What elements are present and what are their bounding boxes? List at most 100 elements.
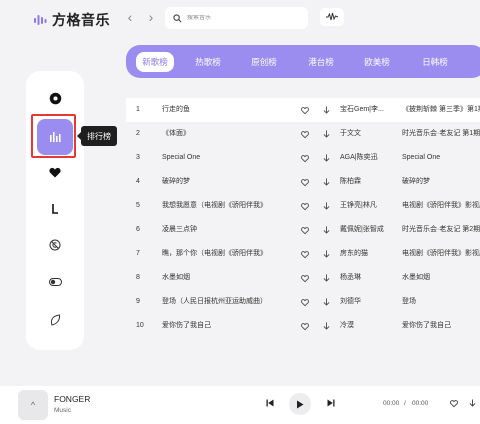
sidebar-item-copyright[interactable]	[26, 234, 84, 256]
like-heart-icon[interactable]	[300, 122, 310, 146]
song-rank: 3	[136, 154, 140, 161]
song-rank: 4	[136, 178, 140, 185]
like-heart-icon[interactable]	[300, 314, 310, 338]
no-copyright-icon	[49, 239, 61, 251]
sidebar-item-favorites[interactable]	[26, 161, 84, 183]
album-cover[interactable]: ^	[18, 390, 48, 420]
song-row[interactable]: 10 爱你伤了我自己 冷漠 爱你伤了我自己	[126, 314, 480, 338]
back-arrow-icon[interactable]: ‹	[123, 9, 137, 25]
song-album[interactable]: 破碎的梦	[402, 170, 480, 194]
download-icon[interactable]	[321, 242, 331, 266]
tab-jp-kr[interactable]: 日韩榜	[415, 52, 455, 72]
sidebar-tooltip: 排行榜	[77, 126, 117, 146]
previous-button[interactable]	[265, 396, 275, 410]
song-artist[interactable]: 于文文	[340, 122, 390, 146]
song-row[interactable]: 1 行走的鱼 宝石Gem|李... 《披荆斩棘 第三季》第1期	[126, 98, 480, 122]
song-artist[interactable]: 宝石Gem|李...	[340, 98, 390, 122]
song-title[interactable]: 瞧，那个你（电视剧《骄阳伴我》	[162, 242, 312, 266]
download-icon[interactable]	[321, 98, 331, 122]
song-row[interactable]: 6 凌晨三点钟 戴佩妮|张智成 时光音乐会·老友记 第2期	[126, 218, 480, 242]
song-artist[interactable]: 戴佩妮|张智成	[340, 218, 390, 242]
song-rank: 10	[136, 322, 144, 329]
song-title[interactable]: 破碎的梦	[162, 170, 312, 194]
like-heart-icon[interactable]	[300, 266, 310, 290]
download-icon[interactable]	[321, 290, 331, 314]
song-artist[interactable]: 刘德华	[340, 290, 390, 314]
song-album[interactable]: 时光音乐会·老友记 第1期	[402, 122, 480, 146]
time-separator: /	[404, 400, 406, 407]
song-album[interactable]: 登场	[402, 290, 480, 314]
tab-hot-songs[interactable]: 热歌榜	[188, 52, 228, 72]
download-icon[interactable]	[321, 170, 331, 194]
song-album[interactable]: 水墨如烟	[402, 266, 480, 290]
app-title: 方格音乐	[52, 12, 110, 28]
song-artist[interactable]: AGA|陈奕迅	[340, 146, 390, 170]
toggle-icon	[48, 278, 62, 286]
search-box[interactable]	[165, 7, 308, 29]
song-artist[interactable]: 冷漠	[340, 314, 390, 338]
song-row[interactable]: 2 《体面》 于文文 时光音乐会·老友记 第1期	[126, 122, 480, 146]
player-like-button[interactable]	[449, 396, 459, 410]
song-row[interactable]: 9 登场（人民日报杭州亚运助威曲） 刘德华 登场	[126, 290, 480, 314]
download-icon[interactable]	[321, 218, 331, 242]
song-album[interactable]: 《披荆斩棘 第三季》第1期	[402, 98, 480, 122]
heart-icon	[49, 167, 61, 177]
song-title[interactable]: 《体面》	[162, 122, 312, 146]
song-row[interactable]: 3 Special One AGA|陈奕迅 Special One	[126, 146, 480, 170]
player-download-button[interactable]	[467, 396, 477, 410]
search-input[interactable]	[187, 15, 297, 21]
tab-western[interactable]: 欧美榜	[357, 52, 397, 72]
next-button[interactable]	[326, 396, 336, 410]
song-row[interactable]: 7 瞧，那个你（电视剧《骄阳伴我》 房东的猫电视剧《骄阳伴我》影视原声带	[126, 242, 480, 266]
skip-next-icon	[327, 399, 335, 407]
sound-wave-logo-icon	[34, 15, 47, 25]
download-icon[interactable]	[321, 314, 331, 338]
like-heart-icon[interactable]	[300, 170, 310, 194]
listen-recognize-button[interactable]	[320, 8, 344, 26]
forward-arrow-icon[interactable]: ›	[144, 9, 158, 25]
download-icon[interactable]	[321, 146, 331, 170]
disc-icon	[49, 92, 61, 104]
song-artist[interactable]: 王铮亮|林凡	[340, 194, 390, 218]
download-icon[interactable]	[321, 266, 331, 290]
song-album[interactable]: 电视剧《骄阳伴我》影视原声带	[402, 194, 480, 218]
song-row[interactable]: 5 我想我愿意（电视剧《骄阳伴我》 王铮亮|林凡电视剧《骄阳伴我》影视原声带	[126, 194, 480, 218]
heart-outline-icon	[450, 399, 458, 407]
song-row[interactable]: 4 破碎的梦 陈柏霖 破碎的梦	[126, 170, 480, 194]
song-rank: 6	[136, 226, 140, 233]
sidebar-item-music[interactable]	[26, 198, 84, 220]
song-title[interactable]: Special One	[162, 146, 312, 170]
song-artist[interactable]: 陈柏霖	[340, 170, 390, 194]
song-title[interactable]: 爱你伤了我自己	[162, 314, 312, 338]
song-title[interactable]: 我想我愿意（电视剧《骄阳伴我》	[162, 194, 312, 218]
tab-hk-tw[interactable]: 港台榜	[301, 52, 341, 72]
like-heart-icon[interactable]	[300, 194, 310, 218]
song-artist[interactable]: 杨丞琳	[340, 266, 390, 290]
sidebar-item-discover[interactable]	[26, 87, 84, 109]
skip-previous-icon	[266, 399, 274, 407]
song-artist[interactable]: 房东的猫	[340, 242, 390, 266]
like-heart-icon[interactable]	[300, 98, 310, 122]
like-heart-icon[interactable]	[300, 290, 310, 314]
song-row[interactable]: 8 水墨如烟 杨丞琳 水墨如烟	[126, 266, 480, 290]
song-album[interactable]: 爱你伤了我自己	[402, 314, 480, 338]
like-heart-icon[interactable]	[300, 218, 310, 242]
song-album[interactable]: 时光音乐会·老友记 第2期	[402, 218, 480, 242]
download-icon[interactable]	[321, 122, 331, 146]
app-logo[interactable]: 方格音乐	[34, 10, 110, 30]
song-title[interactable]: 水墨如烟	[162, 266, 312, 290]
tab-new-songs[interactable]: 新歌榜	[136, 52, 174, 72]
song-album[interactable]: Special One	[402, 146, 480, 170]
tab-original[interactable]: 原创榜	[244, 52, 284, 72]
sidebar-item-leaf[interactable]	[26, 309, 84, 331]
download-icon[interactable]	[321, 194, 331, 218]
like-heart-icon[interactable]	[300, 146, 310, 170]
play-button[interactable]	[289, 393, 311, 415]
song-album[interactable]: 电视剧《骄阳伴我》影视原声带	[402, 242, 480, 266]
song-title[interactable]: 行走的鱼	[162, 98, 312, 122]
sidebar-item-toggle[interactable]	[26, 271, 84, 293]
sidebar-item-charts[interactable]	[37, 119, 73, 155]
song-title[interactable]: 登场（人民日报杭州亚运助威曲）	[162, 290, 312, 314]
like-heart-icon[interactable]	[300, 242, 310, 266]
song-title[interactable]: 凌晨三点钟	[162, 218, 312, 242]
